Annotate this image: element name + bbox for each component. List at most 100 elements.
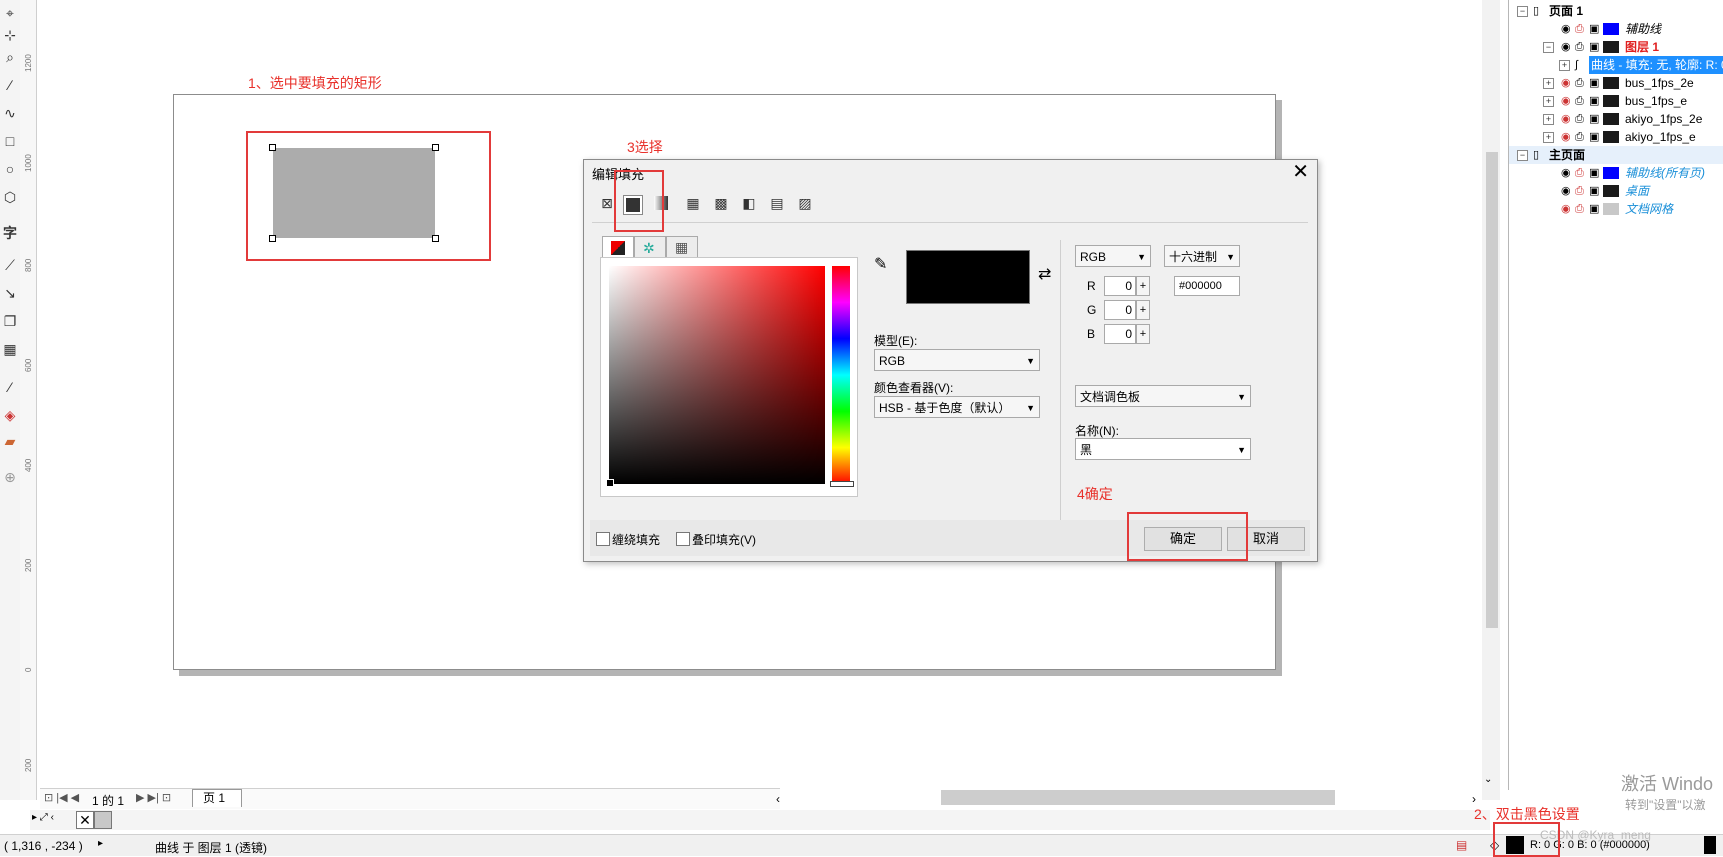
smart-fill-icon[interactable]: ▰ xyxy=(1,432,19,450)
eyedropper-icon[interactable]: ✎ xyxy=(874,254,887,274)
gray-swatch[interactable] xyxy=(94,811,112,829)
vector-pattern-icon[interactable]: ▦ xyxy=(684,194,702,212)
tab-page-1[interactable]: 页 1 xyxy=(192,789,243,807)
pick-tool-icon[interactable]: ⌖ xyxy=(1,4,19,22)
lock-icon[interactable]: ▣ xyxy=(1589,92,1599,110)
eye-icon[interactable]: ◉ xyxy=(1561,110,1571,128)
eye-icon[interactable]: ◉ xyxy=(1561,164,1571,182)
tree-row-master-page[interactable]: − ▯ 主页面 xyxy=(1509,146,1723,164)
print-icon[interactable]: ⎙ xyxy=(1575,200,1584,218)
lock-icon[interactable]: ▣ xyxy=(1589,20,1599,38)
lock-icon[interactable]: ▣ xyxy=(1589,110,1599,128)
palette-menu-icon[interactable]: ▸ ⤢ ‹ xyxy=(32,812,54,823)
hue-slider[interactable] xyxy=(830,266,854,487)
print-icon[interactable]: ⎙ xyxy=(1575,182,1584,200)
lock-icon[interactable]: ▣ xyxy=(1589,200,1599,218)
no-color-swatch-icon[interactable]: ✕ xyxy=(76,811,94,829)
r-spinner[interactable]: + xyxy=(1136,276,1150,296)
collapse-icon[interactable]: − xyxy=(1517,6,1528,17)
canvas-horizontal-scrollbar-thumb[interactable] xyxy=(941,790,1335,805)
page-nav-arrows-icon[interactable]: ⊡ |◀ ◀ xyxy=(44,791,79,804)
transparency-icon[interactable]: ▦ xyxy=(1,340,19,358)
tree-row-akiyo-2e[interactable]: + ◉ ⎙ ▣ akiyo_1fps_2e xyxy=(1509,110,1723,128)
b-value-input[interactable]: 0 xyxy=(1104,324,1136,344)
rectangle-tool-icon[interactable]: □ xyxy=(1,132,19,150)
tree-row-bus-e[interactable]: + ◉ ⎙ ▣ bus_1fps_e xyxy=(1509,92,1723,110)
tree-row-guides[interactable]: ◉ ⎙ ▣ 辅助线 xyxy=(1509,20,1723,38)
collapse-icon[interactable]: − xyxy=(1517,150,1528,161)
tab-color-viewer[interactable] xyxy=(602,236,634,259)
text-tool-icon[interactable]: 字 xyxy=(1,224,19,242)
expand-icon[interactable]: + xyxy=(1543,114,1554,125)
crop-tool-icon[interactable]: ⊹ xyxy=(1,26,19,44)
expand-icon[interactable]: + xyxy=(1543,132,1554,143)
hue-slider-thumb[interactable] xyxy=(830,481,854,487)
postscript-fill-icon[interactable]: ▨ xyxy=(796,194,814,212)
page-nav-forward-icon[interactable]: ▶ ▶| ⊡ xyxy=(136,791,171,804)
color-model-select[interactable]: RGB ▼ xyxy=(1075,245,1151,267)
status-arrow-icon[interactable]: ▸ xyxy=(98,838,103,849)
eye-icon[interactable]: ◉ xyxy=(1561,182,1571,200)
collapse-icon[interactable]: − xyxy=(1543,42,1554,53)
eye-icon[interactable]: ◉ xyxy=(1561,200,1571,218)
eye-icon[interactable]: ◉ xyxy=(1561,20,1571,38)
outline-color-swatch[interactable] xyxy=(1704,836,1716,854)
print-icon[interactable]: ⎙ xyxy=(1575,128,1584,146)
print-icon[interactable]: ⎙ xyxy=(1575,92,1584,110)
g-spinner[interactable]: + xyxy=(1136,300,1150,320)
freehand-tool-icon[interactable]: ∕ xyxy=(1,76,19,94)
tree-row-doc-grid[interactable]: ◉ ⎙ ▣ 文档网格 xyxy=(1509,200,1723,218)
print-icon[interactable]: ⎙ xyxy=(1575,38,1584,56)
format-select[interactable]: 十六进制 ▼ xyxy=(1164,245,1240,267)
expand-icon[interactable]: + xyxy=(1559,60,1570,71)
saturation-brightness-field[interactable] xyxy=(606,266,825,487)
drop-shadow-icon[interactable]: ❐ xyxy=(1,312,19,330)
eye-icon[interactable]: ◉ xyxy=(1561,128,1571,146)
eyedropper-tool-icon[interactable]: ⁄ xyxy=(1,378,19,396)
add-tool-icon[interactable]: ⊕ xyxy=(1,468,19,486)
expand-icon[interactable]: + xyxy=(1543,96,1554,107)
interactive-fill-icon[interactable]: ◈ xyxy=(1,406,19,424)
name-select[interactable]: 黑 ▼ xyxy=(1075,438,1251,460)
connector-tool-icon[interactable]: ↘ xyxy=(1,284,19,302)
lock-icon[interactable]: ▣ xyxy=(1589,164,1599,182)
close-icon[interactable]: ✕ xyxy=(1292,160,1309,184)
swap-colors-icon[interactable]: ⇄ xyxy=(1038,264,1051,284)
tree-row-bus-2e[interactable]: + ◉ ⎙ ▣ bus_1fps_2e xyxy=(1509,74,1723,92)
hscroll-left-icon[interactable]: ‹ xyxy=(776,792,780,806)
lock-icon[interactable]: ▣ xyxy=(1589,182,1599,200)
bitmap-pattern-icon[interactable]: ▩ xyxy=(712,194,730,212)
wrap-fill-checkbox[interactable] xyxy=(596,532,610,546)
tree-row-layer1[interactable]: − ◉ ⎙ ▣ 图层 1 xyxy=(1509,38,1723,56)
tab-color-palette[interactable]: ▦ xyxy=(666,236,698,259)
print-icon[interactable]: ⎙ xyxy=(1575,74,1584,92)
model-select[interactable]: RGB ▼ xyxy=(874,349,1040,371)
hex-value-input[interactable]: #000000 xyxy=(1174,276,1240,296)
lock-icon[interactable]: ▣ xyxy=(1589,74,1599,92)
zoom-tool-icon[interactable]: ⌕ xyxy=(1,48,19,66)
eye-icon[interactable]: ◉ xyxy=(1561,92,1571,110)
g-value-input[interactable]: 0 xyxy=(1104,300,1136,320)
print-icon[interactable]: ⎙ xyxy=(1575,20,1584,38)
artistic-media-icon[interactable]: ∿ xyxy=(1,104,19,122)
two-color-pattern-icon[interactable]: ◧ xyxy=(740,194,758,212)
b-spinner[interactable]: + xyxy=(1136,324,1150,344)
polygon-tool-icon[interactable]: ⬡ xyxy=(1,188,19,206)
color-picker-marker[interactable] xyxy=(606,479,614,487)
scroll-down-icon[interactable]: ⌄ xyxy=(1484,774,1492,785)
tree-row-page1[interactable]: − ▯ 页面 1 xyxy=(1509,2,1723,20)
tree-row-guides-all[interactable]: ◉ ⎙ ▣ 辅助线(所有页) xyxy=(1509,164,1723,182)
tab-color-harmony[interactable]: ✲ xyxy=(634,236,666,259)
r-value-input[interactable]: 0 xyxy=(1104,276,1136,296)
tree-row-desktop[interactable]: ◉ ⎙ ▣ 桌面 xyxy=(1509,182,1723,200)
eye-icon[interactable]: ◉ xyxy=(1561,38,1571,56)
tree-row-curve[interactable]: + ∫ 曲线 - 填充: 无, 轮廓: R: 0 xyxy=(1509,56,1723,74)
texture-fill-icon[interactable]: ▤ xyxy=(768,194,786,212)
lock-icon[interactable]: ▣ xyxy=(1589,128,1599,146)
lock-icon[interactable]: ▣ xyxy=(1589,38,1599,56)
ellipse-tool-icon[interactable]: ○ xyxy=(1,160,19,178)
print-icon[interactable]: ⎙ xyxy=(1575,110,1584,128)
canvas-vertical-scrollbar-thumb[interactable] xyxy=(1486,152,1498,628)
tree-row-akiyo-e[interactable]: + ◉ ⎙ ▣ akiyo_1fps_e xyxy=(1509,128,1723,146)
eye-icon[interactable]: ◉ xyxy=(1561,74,1571,92)
